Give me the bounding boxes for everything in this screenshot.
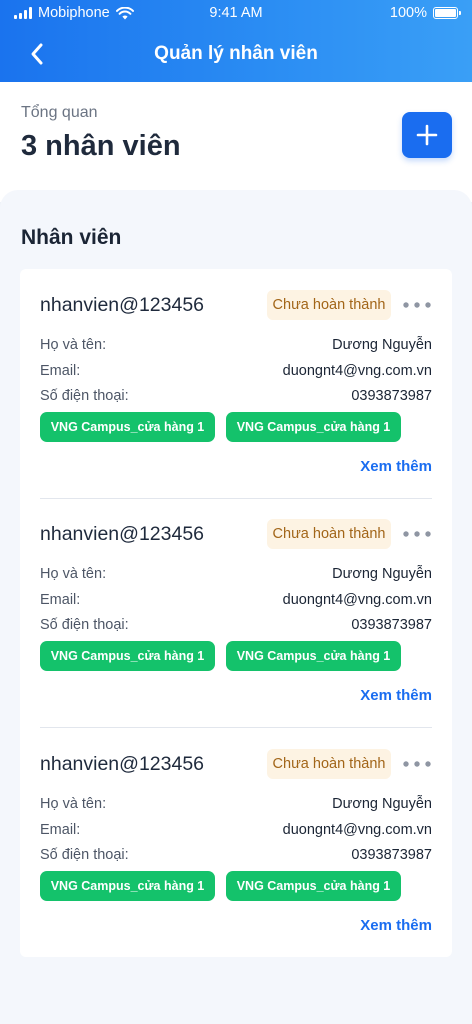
field-value: Dương Nguyễn [332, 566, 432, 582]
store-tag: VNG Campus_cửa hàng 1 [226, 641, 401, 671]
more-horizontal-icon [403, 302, 431, 308]
summary-section: Tổng quan 3 nhân viên [0, 82, 472, 202]
employee-username: nhanvien@123456 [40, 294, 205, 316]
field-label: Email: [40, 822, 81, 838]
page-title: Quản lý nhân viên [154, 43, 318, 64]
see-more-link[interactable]: Xem thêm [360, 917, 432, 934]
store-tag: VNG Campus_cửa hàng 1 [40, 641, 215, 671]
field-value: 0393873987 [351, 388, 432, 404]
employee-card: nhanvien@123456 Chưa hoàn thành Họ và tê… [20, 498, 452, 727]
store-tag: VNG Campus_cửa hàng 1 [226, 871, 401, 901]
field-value: duongnt4@vng.com.vn [282, 363, 432, 379]
battery-percent: 100% [389, 5, 427, 21]
more-options-button[interactable] [401, 294, 433, 316]
field-value: 0393873987 [351, 847, 432, 863]
field-label: Họ và tên: [40, 566, 107, 582]
field-value: duongnt4@vng.com.vn [282, 592, 432, 608]
field-label: Số điện thoại: [40, 617, 129, 633]
field-label: Email: [40, 363, 81, 379]
add-employee-button[interactable] [402, 112, 452, 158]
field-phone: Số điện thoại: 0393873987 [40, 388, 432, 408]
field-label: Họ và tên: [40, 796, 107, 812]
field-email: Email: duongnt4@vng.com.vn [40, 592, 432, 612]
store-tag: VNG Campus_cửa hàng 1 [226, 412, 401, 442]
store-tag: VNG Campus_cửa hàng 1 [40, 412, 215, 442]
status-badge: Chưa hoàn thành [267, 519, 391, 549]
status-bar: Mobiphone 9:41 AM 100% [0, 0, 472, 28]
field-fullname: Họ và tên: Dương Nguyễn [40, 796, 432, 816]
field-email: Email: duongnt4@vng.com.vn [40, 363, 432, 383]
summary-label: Tổng quan [21, 104, 98, 121]
see-more-link[interactable]: Xem thêm [360, 687, 432, 704]
battery-icon [433, 7, 461, 19]
field-label: Email: [40, 592, 81, 608]
field-email: Email: duongnt4@vng.com.vn [40, 822, 432, 842]
employee-username: nhanvien@123456 [40, 753, 205, 775]
store-tags: VNG Campus_cửa hàng 1 VNG Campus_cửa hàn… [40, 641, 432, 671]
store-tag: VNG Campus_cửa hàng 1 [40, 871, 215, 901]
field-label: Họ và tên: [40, 337, 107, 353]
status-badge: Chưa hoàn thành [267, 749, 391, 779]
field-value: duongnt4@vng.com.vn [282, 822, 432, 838]
more-options-button[interactable] [401, 753, 433, 775]
more-options-button[interactable] [401, 523, 433, 545]
app-header: Mobiphone 9:41 AM 100% Quản lý nhân viên [0, 0, 472, 82]
field-phone: Số điện thoại: 0393873987 [40, 847, 432, 867]
field-label: Số điện thoại: [40, 847, 129, 863]
field-value: Dương Nguyễn [332, 796, 432, 812]
store-tags: VNG Campus_cửa hàng 1 VNG Campus_cửa hàn… [40, 412, 432, 442]
see-more-link[interactable]: Xem thêm [360, 458, 432, 475]
field-fullname: Họ và tên: Dương Nguyễn [40, 566, 432, 586]
employee-panel: Nhân viên nhanvien@123456 Chưa hoàn thàn… [0, 190, 472, 1024]
employee-list: nhanvien@123456 Chưa hoàn thành Họ và tê… [20, 269, 452, 957]
status-badge: Chưa hoàn thành [267, 290, 391, 320]
employee-username: nhanvien@123456 [40, 523, 205, 545]
employee-count: 3 nhân viên [21, 130, 181, 162]
employee-card: nhanvien@123456 Chưa hoàn thành Họ và tê… [20, 728, 452, 957]
field-label: Số điện thoại: [40, 388, 129, 404]
more-horizontal-icon [403, 531, 431, 537]
field-value: Dương Nguyễn [332, 337, 432, 353]
more-horizontal-icon [403, 761, 431, 767]
field-fullname: Họ và tên: Dương Nguyễn [40, 337, 432, 357]
field-phone: Số điện thoại: 0393873987 [40, 617, 432, 637]
store-tags: VNG Campus_cửa hàng 1 VNG Campus_cửa hàn… [40, 871, 432, 901]
plus-icon [416, 124, 438, 146]
employee-card: nhanvien@123456 Chưa hoàn thành Họ và tê… [20, 269, 452, 498]
field-value: 0393873987 [351, 617, 432, 633]
section-title: Nhân viên [21, 226, 122, 249]
nav-bar: Quản lý nhân viên [0, 34, 472, 74]
